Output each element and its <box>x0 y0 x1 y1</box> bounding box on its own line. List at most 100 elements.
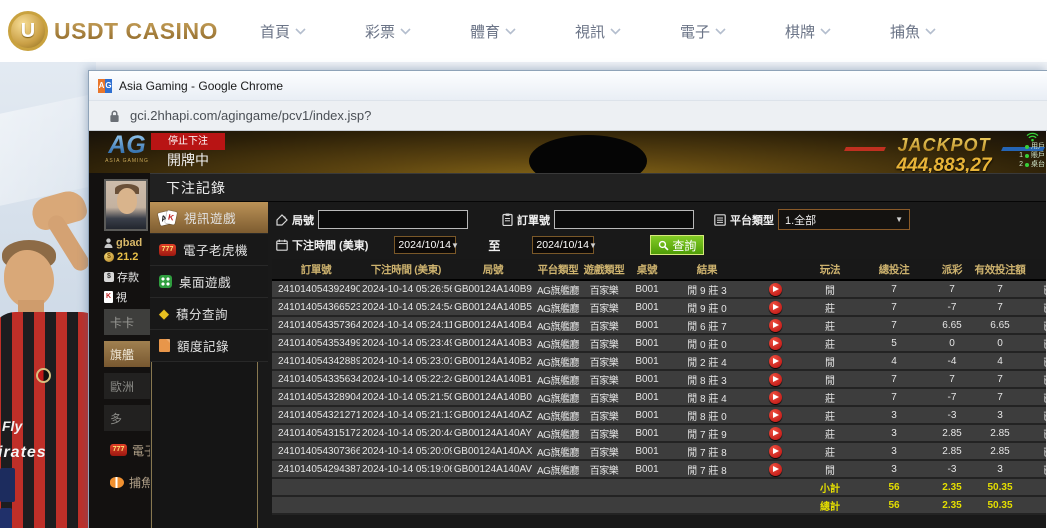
cell-time: 2024-10-14 05:22:24 <box>360 370 452 388</box>
list-icon <box>714 214 726 226</box>
nav-item-7[interactable]: 捕魚 <box>890 21 936 42</box>
cell-status <box>1028 478 1046 496</box>
replay-button[interactable] <box>769 355 782 368</box>
cell-result: 閒 9 莊 3 <box>668 280 746 298</box>
cell-table: B001 <box>626 280 668 298</box>
chrome-address-bar[interactable]: gci.2hhapi.com/agingame/pcv1/index.jsp? <box>89 101 1047 131</box>
cell-table <box>626 478 668 496</box>
column-header: 有效投注額 <box>972 259 1028 280</box>
nav-item-2[interactable]: 彩票 <box>365 21 411 42</box>
date-to-label: 至 <box>488 237 500 254</box>
chevron-down-icon <box>400 28 411 35</box>
nav-item-6[interactable]: 棋牌 <box>785 21 831 42</box>
chevron-down-icon: ▼ <box>589 241 597 250</box>
play-icon <box>773 394 779 400</box>
cell-game: 百家樂 <box>582 298 626 316</box>
replay-button[interactable] <box>769 409 782 422</box>
order-input[interactable] <box>554 210 694 229</box>
cell-table: B001 <box>626 424 668 442</box>
deposit-icon: $ <box>104 272 114 282</box>
replay-button[interactable] <box>769 319 782 332</box>
cell-game: 百家樂 <box>582 442 626 460</box>
lobby-bar-2[interactable]: 旗艦 <box>104 341 151 367</box>
lobby-bar-1[interactable]: 卡卡 <box>104 309 151 335</box>
chrome-titlebar[interactable]: AG Asia Gaming - Google Chrome <box>89 71 1047 101</box>
cell-bet: 7 <box>856 316 932 334</box>
cell-time: 2024-10-14 05:26:56 <box>360 280 452 298</box>
nav-item-3[interactable]: 體育 <box>470 21 516 42</box>
round-filter-label: 局號 <box>292 212 314 228</box>
replay-button[interactable] <box>769 283 782 296</box>
cell-play: 莊 <box>804 424 856 442</box>
cell-valid: 2.85 <box>972 424 1028 442</box>
replay-button[interactable] <box>769 463 782 476</box>
cell-time: 2024-10-14 05:24:54 <box>360 298 452 316</box>
sidebar-item-label: 桌面遊戲 <box>179 272 231 291</box>
sidebar-item-slots[interactable]: 777電子老虎機 <box>150 234 268 266</box>
green-dot-icon <box>1025 154 1029 158</box>
nav-item-4[interactable]: 視訊 <box>575 21 621 42</box>
site-logo[interactable]: U USDT CASINO <box>8 11 218 51</box>
replay-button[interactable] <box>769 301 782 314</box>
cell-round <box>452 496 534 514</box>
sidebar-item-video-games[interactable]: AK視訊遊戲 <box>150 202 268 234</box>
cell-payout: -7 <box>932 298 972 316</box>
sidebar-item-label: 額度記錄 <box>177 336 229 355</box>
nav-item-1[interactable]: 首頁 <box>260 21 306 42</box>
cell-payout: 2.85 <box>932 442 972 460</box>
replay-button[interactable] <box>769 391 782 404</box>
cell-bet: 3 <box>856 460 932 478</box>
sidebar-item-points[interactable]: ◆積分查詢 <box>150 298 268 330</box>
bet-row: 2410140543573642024-10-14 05:24:11GB0012… <box>272 316 1046 334</box>
filter-row-1: 局號 訂單號 <box>276 209 910 230</box>
cell-bet: 3 <box>856 424 932 442</box>
play-icon <box>773 448 779 454</box>
cell-bet: 3 <box>856 406 932 424</box>
nav-item-label: 電子 <box>680 21 710 42</box>
cell-table <box>626 496 668 514</box>
cell-table: B001 <box>626 298 668 316</box>
ag-logo-subtext: ASIA GAMING <box>102 158 152 164</box>
round-input[interactable] <box>318 210 468 229</box>
cell-bet: 7 <box>856 298 932 316</box>
chevron-down-icon <box>295 28 306 35</box>
cell-round: GB00124A140AZ <box>452 406 534 424</box>
lobby-bar-4[interactable]: 多 <box>104 405 151 431</box>
cell-plat: AG旗艦廳 <box>534 334 582 352</box>
replay-button[interactable] <box>769 445 782 458</box>
cell-payout: 2.35 <box>932 496 972 514</box>
user-panel-strip: gbad $ 21.2 $ 存款 K 視 卡卡旗艦歐洲多777電子遊戲捕魚王 <box>104 177 151 528</box>
usdt-coin-icon: U <box>8 11 48 51</box>
date-to-picker[interactable]: 2024/10/14 ▼ <box>532 236 594 254</box>
banner-status-column: 用戶1賬戶2桌台 <box>1009 132 1045 169</box>
cell-order: 241014054357364 <box>272 316 360 334</box>
replay-button[interactable] <box>769 427 782 440</box>
chevron-down-icon <box>820 28 831 35</box>
cell-order: 241014054315172 <box>272 424 360 442</box>
cell-bet: 5 <box>856 334 932 352</box>
nav-item-label: 棋牌 <box>785 21 815 42</box>
video-row[interactable]: K 視 <box>104 289 127 305</box>
site-logo-text: USDT CASINO <box>54 18 218 45</box>
wifi-icon <box>1026 132 1039 142</box>
cell-game <box>582 478 626 496</box>
bet-row: 2410140542943872024-10-14 05:19:06GB0012… <box>272 460 1046 478</box>
sidebar-item-quota[interactable]: 額度記錄 <box>150 330 268 362</box>
site-nav-menu: 首頁 彩票 體育 視訊 電子 棋牌 捕魚 <box>260 21 936 42</box>
side-row-label: 賬戶 <box>1031 151 1045 160</box>
lobby-bar-label: 捕魚王 <box>129 474 151 491</box>
platform-select[interactable]: 1.全部 ▼ <box>778 209 910 230</box>
replay-button[interactable] <box>769 337 782 350</box>
deposit-row[interactable]: $ 存款 <box>104 269 139 285</box>
lobby-bar-5[interactable]: 777電子遊戲 <box>104 437 151 463</box>
date-from-picker[interactable]: 2024/10/14 ▼ <box>394 236 456 254</box>
sidebar-item-table-games[interactable]: 桌面遊戲 <box>150 266 268 298</box>
nav-item-5[interactable]: 電子 <box>680 21 726 42</box>
lobby-bar-3[interactable]: 歐洲 <box>104 373 151 399</box>
cell-play: 閒 <box>804 370 856 388</box>
search-button[interactable]: 查詢 <box>650 235 704 255</box>
video-label: 視 <box>116 289 127 305</box>
cell-table: B001 <box>626 370 668 388</box>
replay-button[interactable] <box>769 373 782 386</box>
lobby-bar-6[interactable]: 捕魚王 <box>104 469 151 495</box>
